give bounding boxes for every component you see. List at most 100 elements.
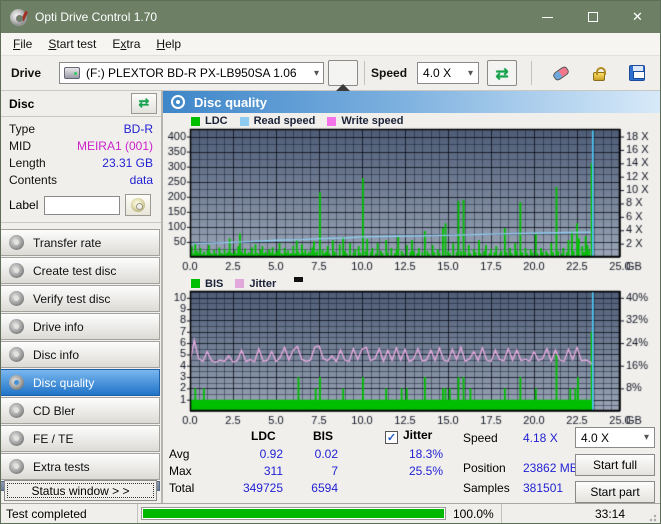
options-button[interactable] <box>584 60 614 86</box>
disc-field-value: data <box>129 173 153 187</box>
jitter-checkbox[interactable]: ✓ <box>385 431 398 444</box>
sidebar-item-label: Disc info <box>33 347 80 362</box>
sidebar-item-disc-quality[interactable]: Disc quality <box>1 369 160 396</box>
disc-field-label: Type <box>9 122 36 136</box>
stats-avg-value: 0.02 <box>314 447 338 461</box>
legend-label: Jitter <box>249 277 277 290</box>
disc-refresh-button[interactable]: ⇄ <box>131 93 157 114</box>
disc-field-length: Length 23.31 GB <box>1 155 161 172</box>
lock-icon <box>593 66 607 81</box>
drive-select[interactable]: (F:) PLEXTOR BD-R PX-LB950SA 1.06 ▾ <box>59 62 325 84</box>
menu-item-help[interactable]: Help <box>148 34 189 54</box>
legend-swatch-jitter <box>235 279 245 288</box>
legend-label: BIS <box>205 277 224 290</box>
disc-fields: Type BD-R MID MEIRA1 (001) Length 23.31 GB Con… <box>1 117 161 191</box>
start-full-button[interactable]: Start full <box>575 454 655 476</box>
legend-swatch-bis <box>191 279 200 288</box>
drive-icon <box>64 67 81 79</box>
sidebar-item-create-test-disc[interactable]: Create test disc <box>1 257 160 284</box>
chevron-down-icon: ▾ <box>314 67 320 79</box>
speed-label: Speed <box>371 66 408 80</box>
drive-label: Drive <box>11 66 42 80</box>
stats-avg-value: 18.3% <box>408 447 443 461</box>
disc-field-label: Contents <box>9 173 58 187</box>
eject-button[interactable] <box>328 60 359 91</box>
sidebar-item-extra-tests[interactable]: Extra tests <box>1 453 160 480</box>
menu-item-extra[interactable]: Extra <box>104 34 148 54</box>
write-label-button[interactable] <box>125 194 152 216</box>
disc-quality-panel: Disc quality LDC Read speed Write speed BI… <box>162 91 660 505</box>
disc-icon <box>9 291 24 306</box>
sidebar-item-verify-test-disc[interactable]: Verify test disc <box>1 285 160 312</box>
disc-field-type: Type BD-R <box>1 121 161 138</box>
sidebar-item-label: CD Bler <box>33 403 76 418</box>
legend-swatch-ldc <box>191 116 200 126</box>
legend-label: Read speed <box>253 115 316 127</box>
stats-max-value: 7 <box>331 464 338 478</box>
menu-item-file[interactable]: File <box>5 34 40 54</box>
app-window: Opti Drive Control 1.70 ✕ File Start test… <box>0 0 661 524</box>
sidebar-nav: Transfer rate Create test disc Verify test… <box>1 229 161 480</box>
minimize-button[interactable] <box>525 1 570 33</box>
disc-icon <box>9 319 24 334</box>
ldc-speed-chart <box>163 127 660 275</box>
refresh-button[interactable]: ⇄ <box>487 60 518 86</box>
disc-label-input[interactable] <box>44 195 121 215</box>
sidebar-item-transfer-rate[interactable]: Transfer rate <box>1 229 160 256</box>
speed-stat-value: 4.18 X <box>523 431 558 445</box>
chevron-down-icon: ▾ <box>643 432 649 443</box>
stats-total-value: 349725 <box>242 481 283 495</box>
save-icon <box>629 65 646 81</box>
start-part-button[interactable]: Start part <box>575 481 655 503</box>
sidebar-item-label: Extra tests <box>33 459 90 474</box>
disc-icon <box>9 459 24 474</box>
statusbar: Test completed 100.0% 33:14 <box>1 503 660 523</box>
speed-select[interactable]: 4.0 X ▾ <box>417 62 480 84</box>
test-speed-select[interactable]: 4.0 X ▾ <box>575 427 655 448</box>
disc-icon <box>9 375 24 390</box>
disc-field-label: Length <box>9 156 46 170</box>
disc-icon <box>9 431 24 446</box>
menu-item-start-test[interactable]: Start test <box>40 34 104 54</box>
save-button[interactable] <box>622 60 652 86</box>
sidebar-item-label: Verify test disc <box>33 291 111 306</box>
sidebar-item-cd-bler[interactable]: CD Bler <box>1 397 160 424</box>
stats-avg-value: 0.92 <box>259 447 283 461</box>
stats-max-value: 25.5% <box>408 464 443 478</box>
sidebar-item-fe-te[interactable]: FE / TE <box>1 425 160 452</box>
sidebar-item-label: FE / TE <box>33 431 74 446</box>
sidebar-item-drive-info[interactable]: Drive info <box>1 313 160 340</box>
app-icon <box>10 8 27 26</box>
legend-swatch-read-speed <box>239 116 249 126</box>
sidebar-item-label: Disc quality <box>33 375 95 390</box>
stats-total-value: 6594 <box>311 481 338 495</box>
eject-icon <box>336 67 351 91</box>
disc-icon <box>9 235 24 250</box>
disc-field-value: MEIRA1 (001) <box>76 139 153 153</box>
stats-col-bis: BIS <box>313 429 334 443</box>
jitter-checkbox-row: ✓ Jitter <box>385 428 432 444</box>
refresh-icon: ⇄ <box>138 96 150 111</box>
disc-icon <box>9 347 24 362</box>
resize-grip[interactable] <box>649 512 659 522</box>
chart1-legend: LDC Read speed Write speed <box>191 115 411 127</box>
stats-col-ldc: LDC <box>251 429 276 443</box>
legend-label: Write speed <box>341 115 404 127</box>
close-button[interactable]: ✕ <box>615 1 660 33</box>
sidebar-item-label: Create test disc <box>33 263 117 278</box>
panel-title: Disc quality <box>194 94 267 110</box>
samples-stat-value: 381501 <box>523 481 564 495</box>
status-window-button[interactable]: Status window > > <box>4 480 157 501</box>
sidebar-item-disc-info[interactable]: Disc info <box>1 341 160 368</box>
erase-disc-button[interactable] <box>546 60 576 86</box>
stats-area: LDC BIS ✓ Jitter Avg 0.92 0.02 18.3% Max 311 7 2… <box>163 425 660 505</box>
stats-max-label: Max <box>169 464 192 478</box>
position-stat-value: 23862 MB <box>523 461 578 475</box>
eraser-icon <box>551 64 571 82</box>
progress-bar <box>141 507 446 520</box>
disc-field-value: BD-R <box>123 122 153 136</box>
speed-stat-label: Speed <box>463 431 498 445</box>
disc-field-contents: Contents data <box>1 172 161 189</box>
maximize-button[interactable] <box>570 1 615 33</box>
disc-icon <box>9 403 24 418</box>
